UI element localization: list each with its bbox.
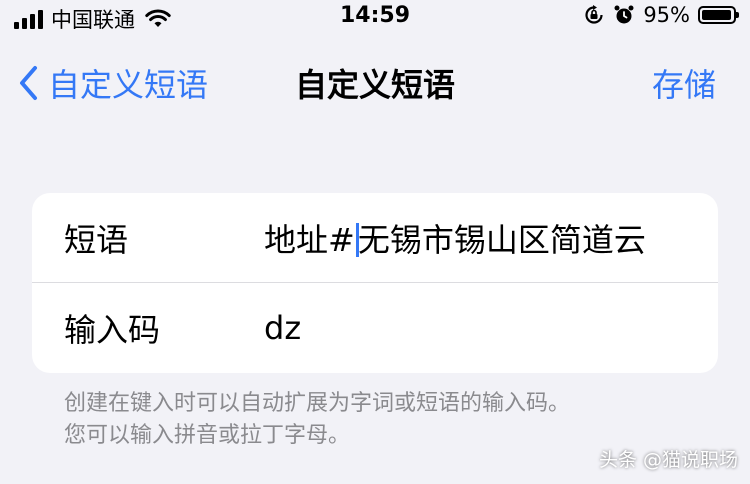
navigation-bar: 自定义短语 自定义短语 存储 [0, 40, 750, 120]
phrase-label: 短语 [64, 220, 129, 259]
shortcut-row[interactable]: 输入码 dz [32, 282, 718, 373]
footnote-line-1: 创建在键入时可以自动扩展为字词或短语的输入码。 [64, 391, 571, 416]
phrase-row[interactable]: 短语 地址#无锡市锡山区简道云 [32, 193, 718, 282]
shortcut-label: 输入码 [64, 311, 161, 349]
footnote-text: 创建在键入时可以自动扩展为字词或短语的输入码。 您可以输入拼音或拉丁字母。 [64, 388, 704, 452]
status-right: 95% [583, 3, 739, 27]
battery-icon [698, 6, 739, 24]
chevron-left-icon [20, 66, 37, 100]
shortcut-input[interactable]: dz [264, 309, 301, 347]
phrase-form-card: 短语 地址#无锡市锡山区简道云 输入码 dz [32, 193, 718, 373]
phrase-text-after-cursor: 无锡市锡山区简道云 [357, 220, 646, 259]
alarm-icon [614, 5, 634, 24]
status-bar: 中国联通 14:59 95% [0, 0, 750, 34]
save-button[interactable]: 存储 [652, 60, 716, 106]
orientation-lock-icon [585, 5, 603, 24]
watermark: 头条 @猫说职场 [598, 449, 738, 471]
phrase-text-before-cursor: 地址# [264, 220, 355, 259]
battery-percentage: 95% [643, 3, 690, 27]
back-button[interactable]: 自定义短语 [18, 60, 208, 106]
battery-level-fill [702, 10, 731, 20]
phrase-input[interactable]: 地址#无锡市锡山区简道云 [264, 215, 646, 261]
back-button-label: 自定义短语 [48, 66, 209, 104]
